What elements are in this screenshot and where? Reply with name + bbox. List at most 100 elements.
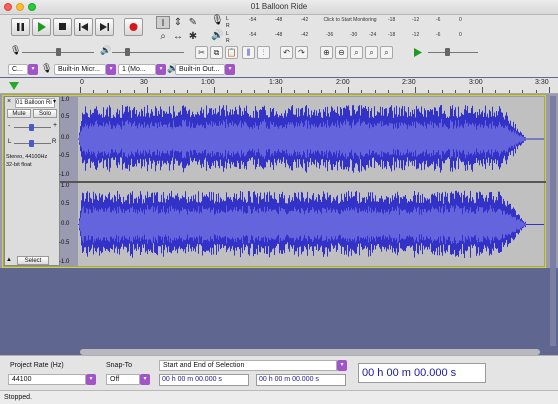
recording-device-select[interactable]: Built-in Micr... [54,64,106,75]
timeline-ruler[interactable]: 0 30 1:00 1:30 2:00 2:30 3:00 3:30 [0,78,558,94]
selection-end-time[interactable]: 00 h 00 m 00.000 s [256,374,346,386]
mute-button[interactable]: Mute [7,109,31,118]
selection-mode-select[interactable]: Start and End of Selection [159,360,337,371]
track-name-menu[interactable]: 01 Balloon Ri [15,98,55,108]
play-meter-channel-l: L [226,31,229,37]
zoom-tool[interactable]: ⌕ [156,30,170,43]
ruler-tick [482,87,483,93]
chevron-down-icon[interactable]: ▾ [106,64,116,75]
pause-icon [17,23,24,31]
audio-position-time[interactable]: 00 h 00 m 00.000 s [358,363,486,383]
record-icon [129,23,138,31]
selection-start-time[interactable]: 00 h 00 m 00.000 s [159,374,249,386]
pan-right-label: R [52,139,57,145]
ruler-tick [187,90,188,93]
collapse-track-button[interactable]: ▲ [6,257,12,263]
envelope-tool[interactable]: ⇕ [171,16,185,29]
record-button[interactable] [124,18,143,36]
playback-volume-thumb[interactable] [125,48,130,56]
y-axis-label: 0.5 [61,201,70,207]
snap-to-select[interactable]: Off [106,374,140,385]
meter-tick: -30 [350,32,358,38]
playback-meter[interactable]: -54 -48 -42 -36 -30 -24 -18 -12 -6 0 [231,30,466,44]
chevron-down-icon[interactable]: ▾ [156,64,166,75]
track-control-panel[interactable]: × 01 Balloon Ri ▾ Mute Solo - + L R Ster… [4,96,60,266]
ruler-tick [522,90,523,93]
ruler-tick [174,90,175,93]
undo-button[interactable]: ↶ [280,46,293,59]
chevron-down-icon[interactable]: ▾ [28,64,38,75]
ruler-tick [254,90,255,93]
play-at-speed-button[interactable] [411,46,424,59]
track-select-button[interactable]: Select [17,256,49,265]
ruler-tick [455,90,456,93]
track-close-button[interactable]: × [7,98,11,105]
y-axis-label: 0.5 [61,114,70,120]
scissors-icon: ✂ [198,48,205,57]
chevron-down-icon[interactable]: ▾ [86,374,96,385]
gain-slider-thumb[interactable] [29,124,34,131]
ruler-tick [495,90,496,93]
trim-audio-button[interactable]: ⫼ [242,46,255,59]
magnifier-icon: ⌕ [160,31,166,42]
meter-tick: -6 [436,32,441,38]
draw-tool[interactable]: ✎ [186,16,200,29]
meter-tick: 0 [459,32,462,38]
play-icon [414,48,422,57]
pan-slider-thumb[interactable] [29,140,34,147]
play-speed-slider[interactable] [428,52,478,53]
vertical-scrollbar[interactable] [550,96,556,346]
cut-button[interactable]: ✂ [195,46,208,59]
redo-icon: ↷ [298,48,305,57]
time-shift-tool[interactable]: ↔ [171,30,185,43]
playback-device-select[interactable]: Built-in Out... [175,64,225,75]
silence-audio-button[interactable]: ⫶ [257,46,270,59]
pause-button[interactable] [11,18,30,36]
skip-to-start-button[interactable] [74,18,93,36]
redo-button[interactable]: ↷ [295,46,308,59]
audio-host-select[interactable]: C... [8,64,28,75]
skip-to-end-button[interactable] [95,18,114,36]
undo-icon: ↶ [283,48,290,57]
record-meter-hint[interactable]: Click to Start Monitoring [315,17,385,23]
zoom-out-button[interactable]: ⊖ [335,46,348,59]
copy-button[interactable]: ⧉ [210,46,223,59]
waveform-channel-left[interactable] [78,97,544,181]
ruler-tick [120,90,121,93]
fit-project-button[interactable]: ⌕ [365,46,378,59]
play-speed-thumb[interactable] [445,48,450,56]
ruler-label: 3:00 [469,79,483,86]
project-rate-combo[interactable]: 44100 [8,374,86,385]
gain-plus-label: + [53,122,58,129]
record-volume-thumb[interactable] [56,48,61,56]
paste-button[interactable]: 📋 [225,46,238,59]
solo-button[interactable]: Solo [33,109,57,118]
fit-selection-button[interactable]: ⌕ [350,46,363,59]
ruler-tick [227,90,228,93]
playback-volume-icon: 🔊 [100,45,112,55]
ruler-tick [375,90,376,93]
recording-channels-select[interactable]: 1 (Mo... [118,64,156,75]
track-menu-arrow[interactable]: ▾ [53,98,56,105]
pencil-icon: ✎ [188,17,198,28]
ruler-tick [93,90,94,93]
selection-tool[interactable]: I [156,16,170,29]
pinned-play-head-icon[interactable] [8,80,20,91]
ruler-label: 2:00 [336,79,350,86]
stop-button[interactable] [53,18,72,36]
zoom-in-button[interactable]: ⊕ [320,46,333,59]
record-meter[interactable]: -54 -48 -42 Click to Start Monitoring -1… [231,15,466,29]
playback-volume-slider[interactable] [112,52,184,53]
chevron-down-icon[interactable]: ▾ [225,64,235,75]
play-button[interactable] [32,18,51,36]
silence-icon: ⫶ [262,48,265,57]
chevron-down-icon[interactable]: ▾ [337,360,347,371]
waveform-channel-right[interactable] [78,183,544,266]
chevron-down-icon[interactable]: ▾ [140,374,150,385]
meter-tick: -12 [412,17,420,23]
multi-tool[interactable]: ✱ [186,30,200,43]
zoom-toggle-button[interactable]: ⌕ [380,46,393,59]
microphone-icon: 🎙 [211,15,224,26]
ruler-tick [415,87,416,93]
ibeam-icon: I [161,18,165,29]
